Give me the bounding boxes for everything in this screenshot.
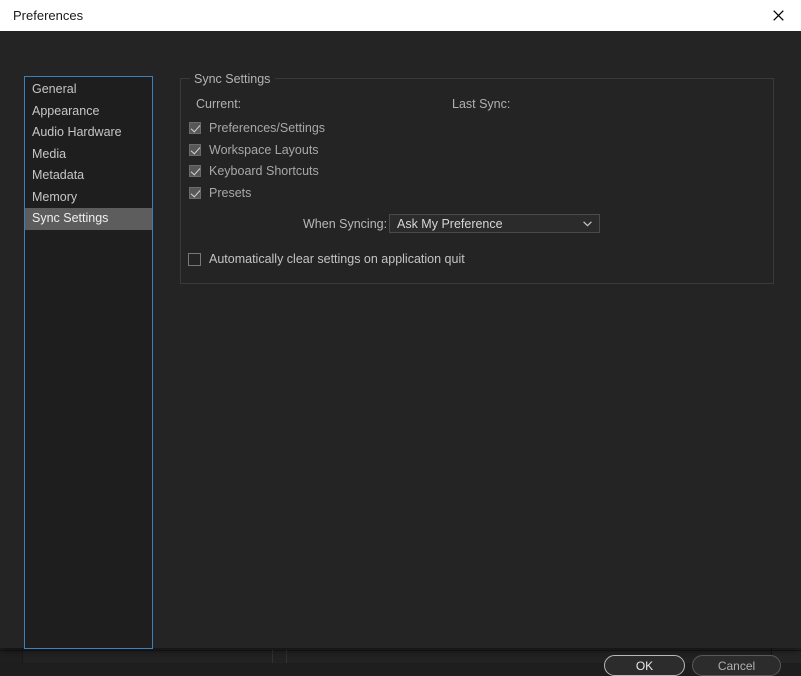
sidebar-item-appearance[interactable]: Appearance [25,101,152,123]
checkbox-label-presets: Presets [209,186,252,200]
cancel-button[interactable]: Cancel [692,655,781,676]
dialog-title: Preferences [13,8,84,23]
checkbox-row-workspace-layouts[interactable]: Workspace Layouts [189,143,319,157]
checkbox-row-presets[interactable]: Presets [189,186,251,200]
when-syncing-value: Ask My Preference [397,216,503,231]
checkbox-presets[interactable] [189,187,201,199]
sidebar-item-memory[interactable]: Memory [25,187,152,209]
checkbox-workspace-layouts[interactable] [189,144,201,156]
checkbox-row-keyboard-shortcuts[interactable]: Keyboard Shortcuts [189,164,319,178]
category-list[interactable]: General Appearance Audio Hardware Media … [24,76,153,649]
preferences-dialog: Preferences General Appearance Audio Har… [0,0,801,676]
when-syncing-select[interactable]: Ask My Preference [389,214,600,233]
background-bottom-tick-1 [272,650,273,663]
checkbox-label-keyboard-shortcuts: Keyboard Shortcuts [209,164,319,178]
sidebar-item-metadata[interactable]: Metadata [25,165,152,187]
ok-button[interactable]: OK [604,655,685,676]
background-bottom-tick-2 [286,650,287,663]
sidebar-item-sync-settings[interactable]: Sync Settings [25,208,152,230]
current-column-label: Current: [196,97,242,111]
sidebar-item-media[interactable]: Media [25,144,152,166]
checkbox-keyboard-shortcuts[interactable] [189,165,201,177]
sidebar-item-audio-hardware[interactable]: Audio Hardware [25,122,152,144]
checkbox-label-auto-clear-settings: Automatically clear settings on applicat… [209,252,465,266]
when-syncing-label: When Syncing: [303,217,388,231]
dialog-titlebar: Preferences [0,0,801,31]
background-bottom-divider [0,650,801,651]
checkbox-label-workspace-layouts: Workspace Layouts [209,143,319,157]
close-icon [772,10,784,21]
checkbox-row-auto-clear-settings[interactable]: Automatically clear settings on applicat… [188,252,465,266]
dialog-body: General Appearance Audio Hardware Media … [0,31,801,676]
checkbox-auto-clear-settings[interactable] [188,252,201,266]
sidebar-item-general[interactable]: General [25,79,152,101]
checkbox-row-preferences-settings[interactable]: Preferences/Settings [189,121,325,135]
close-button[interactable] [755,0,801,31]
sync-settings-legend: Sync Settings [190,72,276,86]
checkbox-label-preferences-settings: Preferences/Settings [209,121,326,135]
last-sync-column-label: Last Sync: [452,97,511,111]
checkbox-preferences-settings[interactable] [189,122,201,134]
chevron-down-icon [583,220,592,227]
